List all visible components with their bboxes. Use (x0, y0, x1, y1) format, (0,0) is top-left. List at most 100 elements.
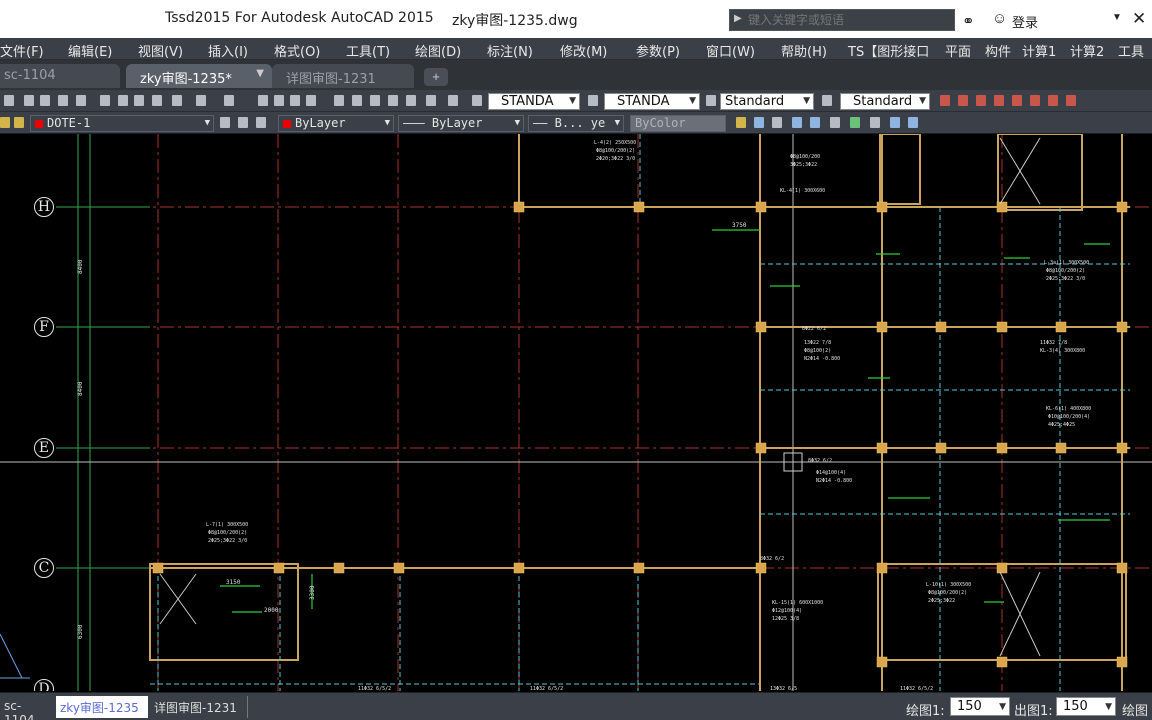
palette-icon[interactable] (370, 95, 380, 106)
menu-file[interactable]: 文件(F) (0, 41, 44, 60)
svg-text:13Φ22 7/8: 13Φ22 7/8 (804, 340, 831, 346)
layer-prev-icon[interactable] (220, 117, 230, 128)
tool-icon-e[interactable] (810, 117, 820, 128)
save-icon[interactable] (40, 95, 50, 106)
paste-icon[interactable] (134, 95, 144, 106)
menu-modify[interactable]: 修改(M) (560, 41, 607, 60)
lock-icon[interactable] (14, 117, 24, 128)
menu-format[interactable]: 格式(O) (274, 41, 320, 60)
draw-scale-select[interactable]: 150 ▼ (950, 697, 1010, 716)
tool-icon-c[interactable] (772, 117, 782, 128)
ts-tool-icon-7[interactable] (1048, 95, 1058, 106)
color-select[interactable]: ByLayer ▼ (278, 115, 394, 132)
menu-insert[interactable]: 插入(I) (208, 41, 248, 60)
svg-text:2Φ25;3Φ22: 2Φ25;3Φ22 (928, 598, 955, 604)
exchange-icon[interactable]: ✕ (1132, 9, 1146, 29)
pan-icon[interactable] (258, 95, 268, 106)
layer-select[interactable]: DOTE-1 ▼ (30, 115, 214, 132)
tool-icon-a[interactable] (736, 117, 746, 128)
zoom-window-icon[interactable] (290, 95, 300, 106)
zoom-icon[interactable] (274, 95, 284, 106)
menu-ts[interactable]: TS【图形接口 (848, 41, 929, 60)
layout-tab-zky[interactable]: zky审图-1235 (56, 696, 148, 718)
svg-text:N2Φ14 -0.800: N2Φ14 -0.800 (816, 478, 852, 484)
ts-tool-icon-8[interactable] (1066, 95, 1076, 106)
svg-text:Φ10@100/200(4): Φ10@100/200(4) (1048, 414, 1090, 420)
menu-calc2[interactable]: 计算2 (1070, 41, 1104, 60)
preview-icon[interactable] (76, 95, 86, 106)
ts-tool-icon-5[interactable] (1012, 95, 1022, 106)
drawing-canvas[interactable]: L-4(2) 250X500 Φ8@100/200(2) 2Φ20;3Φ22 3… (0, 134, 1152, 691)
menu-dimension[interactable]: 标注(N) (487, 41, 533, 60)
redo-icon[interactable] (224, 95, 234, 106)
tool-icon-d[interactable] (792, 117, 802, 128)
open-icon[interactable] (24, 95, 34, 106)
undo-icon[interactable] (196, 95, 206, 106)
brush-icon[interactable] (172, 95, 182, 106)
tool-icon-i[interactable] (890, 117, 900, 128)
ts-tool-icon-6[interactable] (1030, 95, 1040, 106)
menu-draw[interactable]: 绘图(D) (415, 41, 461, 60)
dim-style-select[interactable]: STANDA ▼ (604, 93, 700, 110)
match-icon[interactable] (152, 95, 162, 106)
text-style-select[interactable]: STANDA ▼ (488, 93, 580, 110)
new-tab-button[interactable]: + (424, 68, 448, 86)
search-input[interactable] (748, 12, 948, 28)
cut-icon[interactable] (100, 95, 110, 106)
layer-states-icon[interactable] (238, 117, 248, 128)
ts-tool-icon-4[interactable] (994, 95, 1004, 106)
table-style-select[interactable]: Standard ▼ (720, 93, 814, 110)
search-expand-icon[interactable]: ▶ (734, 13, 744, 27)
menu-calc1[interactable]: 计算1 (1022, 41, 1056, 60)
help-icon[interactable] (448, 95, 458, 106)
menu-tools[interactable]: 工具(T) (346, 41, 390, 60)
sun-icon[interactable] (0, 117, 10, 128)
tool-icon-f[interactable] (830, 117, 840, 128)
menu-params[interactable]: 参数(P) (636, 41, 680, 60)
text-style-icon (472, 95, 482, 106)
make-current-icon[interactable] (256, 117, 266, 128)
ts-tool-icon-1[interactable] (940, 95, 950, 106)
draw-scale-label: 绘图1: (906, 704, 945, 719)
linetype-select[interactable]: ——— ByLayer ▼ (398, 115, 524, 132)
login-button[interactable]: 登录 (1012, 12, 1038, 31)
lineweight-select[interactable]: —— B... ye ▼ (528, 115, 624, 132)
ts-tool-icon-3[interactable] (976, 95, 986, 106)
status-bar: sc-1104 zky审图-1235 详图审图-1231 绘图1: 150 ▼ 出… (0, 692, 1152, 720)
tool-icon-g[interactable] (850, 117, 860, 128)
doc-tab-sc-1104[interactable]: sc-1104 (0, 64, 120, 88)
new-icon[interactable] (4, 95, 14, 106)
design-center-icon[interactable] (352, 95, 362, 106)
menu-plane[interactable]: 平面 (945, 41, 971, 60)
mleader-style-select[interactable]: Standard ▼ (840, 93, 930, 110)
menu-member[interactable]: 构件 (985, 41, 1011, 60)
copy-icon[interactable] (118, 95, 128, 106)
doc-tab-zky[interactable]: zky审图-1235* ▼ (126, 64, 272, 88)
file-name: zky审图-1235.dwg (452, 13, 578, 29)
chevron-down-icon[interactable]: ▼ (1112, 12, 1122, 23)
layout-tab-sc-1104[interactable]: sc-1104 (0, 696, 52, 720)
tool-icon-j[interactable] (908, 117, 918, 128)
menu-window[interactable]: 窗口(W) (706, 41, 755, 60)
menu-help[interactable]: 帮助(H) (781, 41, 827, 60)
sheet-set-icon[interactable] (388, 95, 398, 106)
tool-icon-h[interactable] (870, 117, 880, 128)
svg-text:L-10(1) 300X500: L-10(1) 300X500 (926, 582, 971, 588)
svg-text:Φ8@100/200(2): Φ8@100/200(2) (928, 590, 967, 596)
layout-tab-detail[interactable]: 详图审图-1231 (150, 696, 248, 718)
close-icon[interactable]: ▼ (256, 68, 264, 79)
markup-icon[interactable] (406, 95, 416, 106)
out-scale-select[interactable]: 150 ▼ (1056, 697, 1116, 716)
menu-edit[interactable]: 编辑(E) (68, 41, 112, 60)
print-icon[interactable] (58, 95, 68, 106)
user-icon[interactable]: ☺ (992, 10, 1007, 27)
properties-icon[interactable] (334, 95, 344, 106)
binoculars-icon[interactable]: ⚭ (962, 12, 975, 30)
zoom-prev-icon[interactable] (306, 95, 316, 106)
tool-icon-b[interactable] (754, 117, 764, 128)
doc-tab-detail[interactable]: 详图审图-1231 (272, 64, 414, 88)
calculator-icon[interactable] (426, 95, 436, 106)
ts-tool-icon-2[interactable] (958, 95, 968, 106)
menu-view[interactable]: 视图(V) (138, 41, 183, 60)
menu-tools2[interactable]: 工具 (1118, 41, 1144, 60)
